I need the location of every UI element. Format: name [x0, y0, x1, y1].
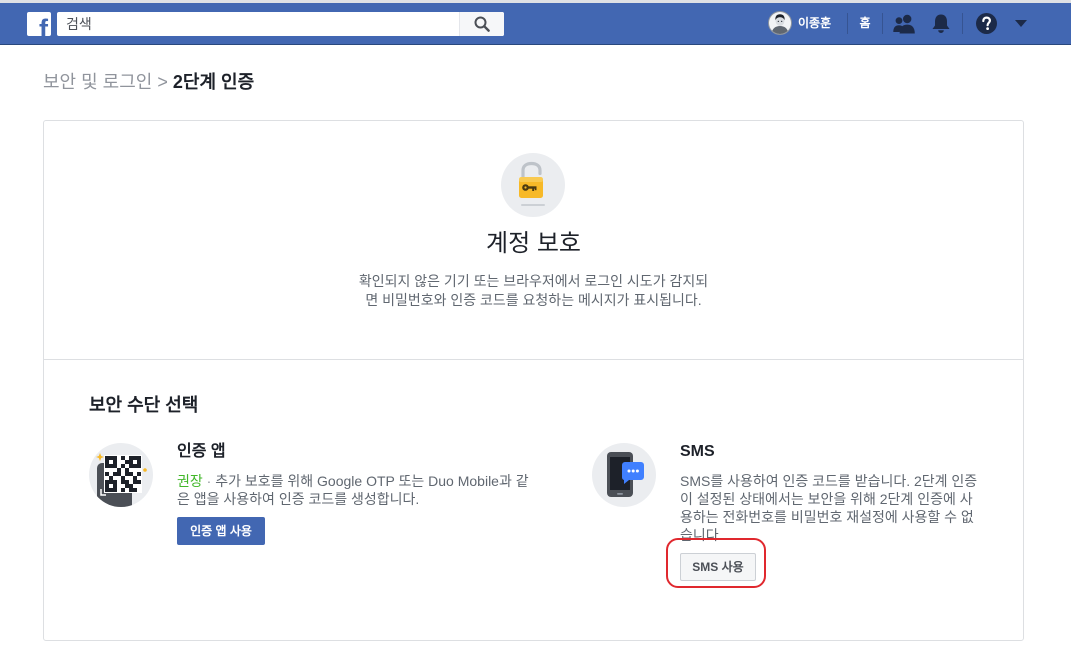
search-input[interactable] [57, 12, 459, 36]
help-button[interactable] [971, 3, 1001, 44]
qr-code-phone-icon [89, 443, 153, 507]
sms-description: SMS를 사용하여 인증 코드를 받습니다. 2단계 인증이 설정된 상태에서는… [680, 473, 978, 543]
help-icon [975, 13, 997, 34]
search-button[interactable] [459, 12, 504, 36]
recommended-label: 권장 [177, 473, 203, 489]
breadcrumb-current-page: 2단계 인증 [172, 72, 255, 92]
sms-phone-icon [592, 443, 656, 507]
nav-divider [962, 13, 963, 34]
separator-dot: · [206, 473, 212, 489]
breadcrumb-security-and-login-link[interactable]: 보안 및 로그인 [43, 72, 152, 92]
search-box [57, 12, 504, 36]
security-method-heading: 보안 수단 선택 [89, 395, 199, 415]
account-menu-caret-icon [1015, 19, 1027, 27]
notifications-bell-icon [932, 14, 950, 33]
use-authenticator-app-button[interactable]: 인증 앱 사용 [177, 517, 265, 545]
profile-name: 이종훈 [798, 16, 832, 30]
use-sms-button[interactable]: SMS 사용 [680, 553, 756, 581]
profile-avatar-icon [768, 11, 792, 35]
friend-requests-icon [893, 14, 915, 33]
two-factor-card: 계정 보호 확인되지 않은 기기 또는 브라우저에서 로그인 시도가 감지되면 … [43, 120, 1024, 641]
nav-divider [847, 13, 848, 34]
unlocked-padlock-icon [501, 153, 565, 217]
search-icon [474, 16, 490, 32]
page-title: 계정 보호 [486, 230, 581, 257]
authenticator-app-description: 권장 · 추가 보호를 위해 Google OTP 또는 Duo Mobile과… [177, 472, 529, 508]
breadcrumb: 보안 및 로그인 > 2단계 인증 [43, 70, 254, 94]
section-divider [44, 359, 1023, 360]
profile-link[interactable]: 이종훈 [764, 3, 842, 44]
page-description: 확인되지 않은 기기 또는 브라우저에서 로그인 시도가 감지되면 비밀번호와 … [358, 273, 709, 308]
account-menu-button[interactable] [1007, 3, 1035, 44]
facebook-logo-icon[interactable]: f [27, 12, 51, 36]
friend-requests-button[interactable] [889, 3, 919, 44]
authenticator-app-description-text: 추가 보호를 위해 Google OTP 또는 Duo Mobile과 같은 앱… [177, 473, 529, 507]
facebook-logo-glyph: f [39, 14, 48, 37]
home-link[interactable]: 홈 [853, 3, 877, 44]
top-navigation-bar: f 이종훈 홈 [0, 3, 1071, 45]
nav-divider [882, 13, 883, 34]
sms-title: SMS [680, 443, 715, 460]
notifications-button[interactable] [926, 3, 956, 44]
authenticator-app-title: 인증 앱 [177, 443, 226, 460]
breadcrumb-separator: > [157, 72, 168, 92]
